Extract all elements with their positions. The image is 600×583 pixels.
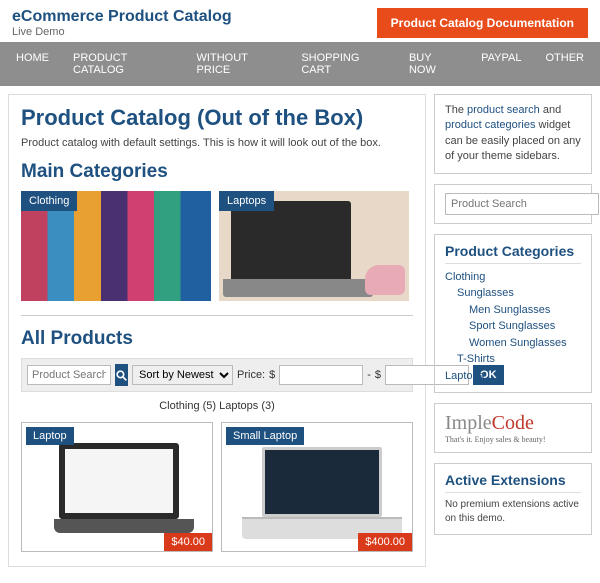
page-description: Product catalog with default settings. T…	[21, 137, 413, 149]
cat-link-sport-sunglasses[interactable]: Sport Sunglasses	[445, 318, 581, 335]
nav-buy-now[interactable]: BUY NOW	[397, 42, 469, 86]
product-image	[242, 447, 402, 547]
nav-paypal[interactable]: PAYPAL	[469, 42, 533, 86]
product-name: Laptop	[26, 427, 74, 445]
sidebar-search-input[interactable]	[445, 193, 599, 215]
product-price: $40.00	[164, 533, 212, 551]
nav-other[interactable]: OTHER	[534, 42, 597, 86]
site-subtitle: Live Demo	[12, 26, 232, 38]
filter-bar: Sort by Newest Price: $ - $ OK	[21, 358, 413, 392]
product-search-input[interactable]	[27, 365, 111, 385]
nav-shopping-cart[interactable]: SHOPPING CART	[289, 42, 397, 86]
all-products-heading: All Products	[21, 328, 413, 350]
search-icon	[115, 369, 128, 382]
cat-link-laptops[interactable]: Laptops	[445, 368, 581, 385]
product-price: $400.00	[358, 533, 412, 551]
cat-link-clothing[interactable]: Clothing	[445, 269, 581, 286]
main-categories-heading: Main Categories	[21, 161, 413, 183]
product-card[interactable]: Small Laptop $400.00	[221, 422, 413, 552]
active-extensions-text: No premium extensions active on this dem…	[445, 498, 581, 526]
category-counts: Clothing (5) Laptops (3)	[21, 392, 413, 422]
category-card-clothing[interactable]: Clothing	[21, 191, 211, 301]
sort-select[interactable]: Sort by Newest	[132, 365, 233, 385]
category-card-laptops[interactable]: Laptops	[219, 191, 409, 301]
active-extensions-title: Active Extensions	[445, 472, 581, 493]
cat-link-men-sunglasses[interactable]: Men Sunglasses	[445, 302, 581, 319]
currency-symbol: $	[375, 369, 381, 381]
search-button[interactable]	[115, 364, 128, 386]
product-image	[54, 443, 184, 543]
page-title: Product Catalog (Out of the Box)	[21, 105, 413, 131]
category-label: Laptops	[219, 191, 274, 211]
price-dash: -	[367, 369, 371, 381]
category-label: Clothing	[21, 191, 77, 211]
nav-without-price[interactable]: WITHOUT PRICE	[185, 42, 290, 86]
cat-link-sunglasses[interactable]: Sunglasses	[445, 285, 581, 302]
link-product-search[interactable]: product search	[467, 104, 540, 116]
price-min-input[interactable]	[279, 365, 363, 385]
price-label: Price:	[237, 369, 265, 381]
currency-symbol: $	[269, 369, 275, 381]
site-title: eCommerce Product Catalog	[12, 8, 232, 26]
cat-link-women-sunglasses[interactable]: Women Sunglasses	[445, 335, 581, 352]
logo-tagline: That's it. Enjoy sales & beauty!	[445, 435, 581, 444]
main-nav: HOME PRODUCT CATALOG WITHOUT PRICE SHOPP…	[0, 42, 600, 86]
product-categories-title: Product Categories	[445, 243, 581, 264]
product-card[interactable]: Laptop $40.00	[21, 422, 213, 552]
product-name: Small Laptop	[226, 427, 304, 445]
nav-product-catalog[interactable]: PRODUCT CATALOG	[61, 42, 185, 86]
implecode-logo[interactable]: ImpleCode That's it. Enjoy sales & beaut…	[434, 403, 592, 453]
cat-link-tshirts[interactable]: T-Shirts	[445, 351, 581, 368]
category-tree: Clothing Sunglasses Men Sunglasses Sport…	[445, 269, 581, 385]
nav-home[interactable]: HOME	[4, 42, 61, 86]
link-product-categories[interactable]: product categories	[445, 119, 536, 131]
sidebar-intro: The product search and product categorie…	[434, 94, 592, 174]
documentation-button[interactable]: Product Catalog Documentation	[377, 8, 588, 38]
